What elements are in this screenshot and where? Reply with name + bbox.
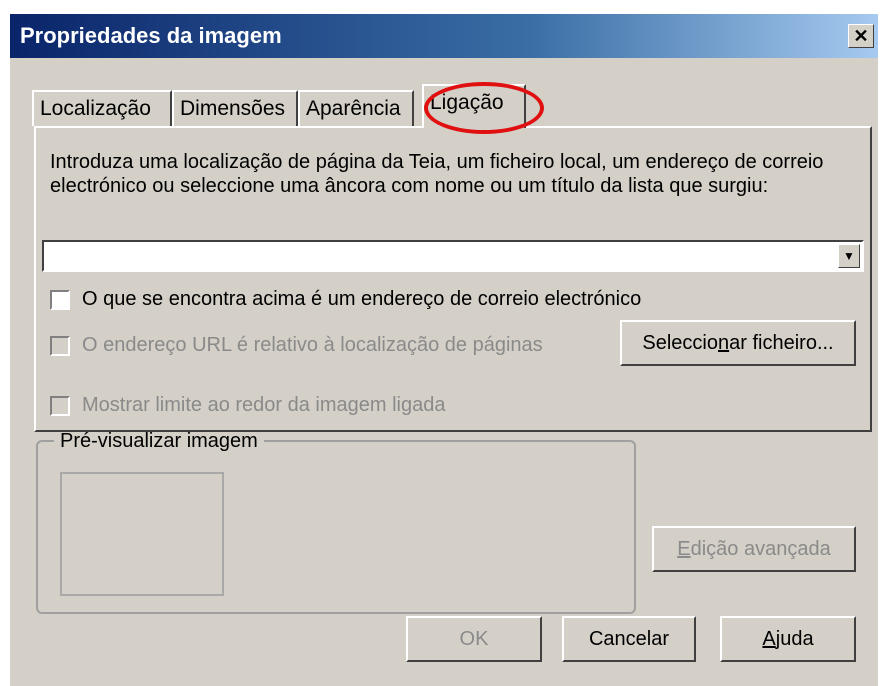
title-bar: Propriedades da imagem ✕ — [10, 14, 878, 58]
relative-url-checkbox-row[interactable]: O endereço URL é relativo à localização … — [50, 334, 543, 357]
url-input[interactable] — [48, 244, 812, 270]
button-text: Cancelar — [588, 628, 670, 650]
tab-label: Aparência — [306, 97, 401, 120]
tab-label: Localização — [40, 97, 151, 120]
tab-ligacao[interactable]: Ligação — [422, 84, 526, 128]
chevron-down-icon: ▼ — [843, 249, 855, 263]
button-mnemonic: n — [718, 332, 730, 354]
relative-url-checkbox-label: O endereço URL é relativo à localização … — [82, 334, 543, 356]
tab-localizacao[interactable]: Localização — [32, 90, 172, 126]
tab-label: Dimensões — [180, 97, 286, 120]
button-text: Seleccio — [642, 332, 718, 354]
email-checkbox[interactable] — [50, 289, 70, 310]
advanced-edit-button[interactable]: Edição avançada — [652, 526, 856, 572]
show-border-checkbox[interactable] — [50, 395, 70, 416]
button-mnemonic: A — [762, 628, 776, 650]
relative-url-checkbox[interactable] — [50, 335, 70, 356]
dialog-title: Propriedades da imagem — [20, 23, 282, 48]
dropdown-button[interactable]: ▼ — [838, 244, 860, 268]
close-button[interactable]: ✕ — [848, 24, 874, 48]
cancel-button[interactable]: Cancelar — [562, 616, 696, 662]
email-checkbox-row[interactable]: O que se encontra acima é um endereço de… — [50, 288, 641, 311]
image-preview — [60, 472, 224, 596]
close-icon: ✕ — [853, 26, 869, 46]
button-text: OK — [459, 628, 489, 650]
help-button[interactable]: Ajuda — [720, 616, 856, 662]
instruction-text: Introduza uma localização de página da T… — [50, 151, 824, 197]
button-text: ar ficheiro... — [729, 332, 834, 354]
link-panel: Introduza uma localização de página da T… — [34, 126, 872, 432]
button-mnemonic: E — [677, 538, 691, 560]
tab-aparencia[interactable]: Aparência — [298, 90, 414, 126]
email-checkbox-label: O que se encontra acima é um endereço de… — [82, 288, 642, 310]
ok-button[interactable]: OK — [406, 616, 542, 662]
button-text: dição avançada — [690, 538, 831, 560]
tab-dimensoes[interactable]: Dimensões — [172, 90, 298, 126]
choose-file-button[interactable]: Seleccionar ficheiro... — [620, 320, 856, 366]
image-properties-dialog: Propriedades da imagem ✕ Localização Dim… — [10, 14, 878, 686]
tab-label: Ligação — [430, 91, 504, 114]
button-text: juda — [775, 628, 814, 650]
show-border-checkbox-label: Mostrar limite ao redor da imagem ligada — [82, 394, 446, 416]
show-border-checkbox-row[interactable]: Mostrar limite ao redor da imagem ligada — [50, 394, 446, 417]
preview-group-label: Pré-visualizar imagem — [54, 430, 264, 453]
url-combobox[interactable]: ▼ — [42, 240, 864, 272]
